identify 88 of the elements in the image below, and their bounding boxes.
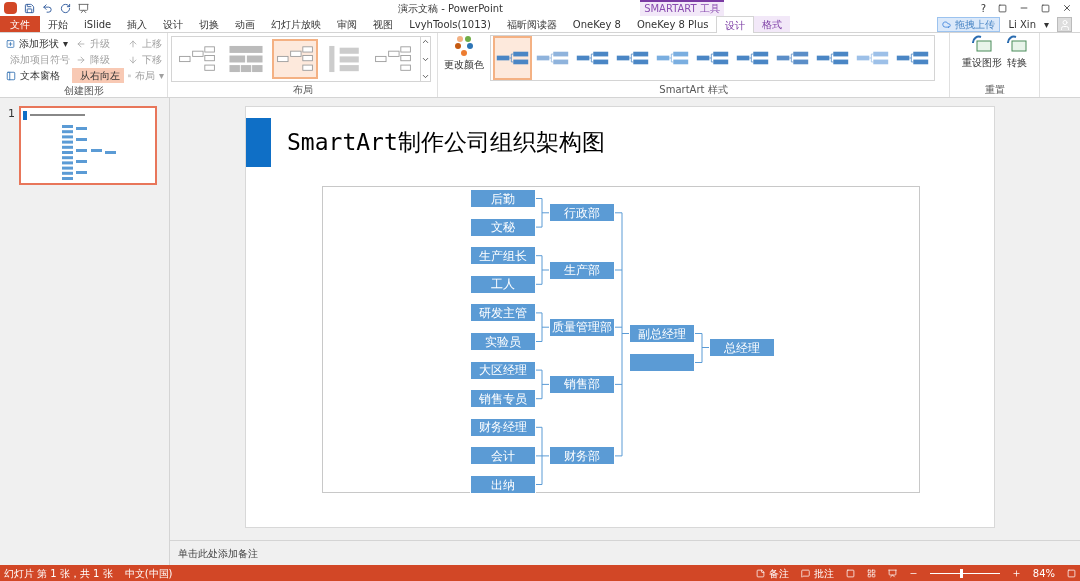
- ribbon-button[interactable]: 文本窗格: [2, 68, 72, 83]
- org-chart-node: 总经理: [709, 338, 775, 357]
- ribbon-tab[interactable]: 设计: [716, 16, 755, 33]
- ribbon-tab[interactable]: 动画: [227, 16, 264, 32]
- layout-option[interactable]: [272, 39, 318, 79]
- ribbon-tab[interactable]: 设计: [155, 16, 192, 32]
- group-label: 创建图形: [62, 84, 105, 98]
- caret-icon: ▾: [158, 68, 164, 83]
- slideshow-icon[interactable]: [78, 2, 89, 14]
- note-icon: [755, 568, 765, 578]
- group-label: SmartArt 样式: [658, 83, 729, 97]
- language-indicator[interactable]: 中文(中国): [124, 565, 173, 581]
- org-chart-node: 财务经理: [470, 417, 536, 437]
- zoom-in-icon[interactable]: [1011, 568, 1021, 578]
- file-tab[interactable]: 文件: [0, 16, 40, 32]
- caret-icon: ▾: [62, 36, 68, 51]
- restore-icon[interactable]: [1041, 3, 1050, 13]
- ribbon-tab[interactable]: 切换: [191, 16, 228, 32]
- org-chart-node: 大区经理: [470, 360, 536, 380]
- more-icon[interactable]: [421, 72, 430, 81]
- caret-icon[interactable]: ▾: [1043, 16, 1049, 32]
- ribbon-tab[interactable]: 插入: [119, 16, 156, 32]
- slide-number: 1: [8, 106, 15, 122]
- style-option[interactable]: [493, 36, 532, 80]
- ribbon-tab[interactable]: OneKey 8: [564, 16, 629, 32]
- comments-button[interactable]: 批注: [800, 565, 834, 581]
- title-accent-bar: [246, 118, 271, 167]
- add-shape-icon: [6, 38, 15, 49]
- zoom-slider[interactable]: [929, 568, 1000, 578]
- org-chart-node: 实验员: [470, 332, 536, 351]
- slide-title: SmartArt制作公司组织架构图: [287, 128, 605, 158]
- org-chart-node: 质量管理部: [549, 317, 615, 337]
- group-label: 重置: [983, 83, 1006, 97]
- context-tab-label: SMARTART 工具: [640, 0, 724, 16]
- ribbon-tab[interactable]: 格式: [754, 16, 791, 32]
- org-chart-node: 研发主管: [470, 303, 536, 323]
- down-arrow-icon: [128, 54, 138, 65]
- group-label: 布局: [291, 83, 314, 97]
- zoom-slider-thumb[interactable]: [960, 568, 964, 578]
- org-chart-node: 后勤: [470, 189, 536, 208]
- window-title: 演示文稿 - PowerPoint: [398, 2, 504, 16]
- org-chart-node: 文秘: [470, 217, 536, 237]
- ribbon-button[interactable]: 转换: [1005, 35, 1028, 82]
- app-logo-icon: [4, 2, 17, 14]
- org-chart-node: 财务部: [549, 446, 615, 466]
- change-colors-button[interactable]: 更改颜色: [442, 35, 486, 82]
- ribbon-tab[interactable]: iSlide: [76, 16, 120, 32]
- color-palette-icon: [454, 35, 474, 57]
- notes-button[interactable]: 备注: [755, 565, 789, 581]
- zoom-level[interactable]: 84%: [1032, 565, 1055, 581]
- ribbon-button[interactable]: 重设图形: [961, 35, 1002, 82]
- blank-org-chart-node: [629, 353, 695, 372]
- user-name[interactable]: Li Xin: [1008, 16, 1036, 32]
- right-arrow-icon: [76, 54, 86, 65]
- org-chart-node: 工人: [470, 274, 536, 294]
- ribbon-tab[interactable]: 福昕阅读器: [498, 16, 565, 32]
- ribbon-tab[interactable]: LvyhTools(1013): [401, 16, 499, 32]
- org-chart-node: 销售专员: [470, 389, 536, 409]
- text-pane-icon: [6, 70, 16, 81]
- org-chart-node: 副总经理: [629, 324, 695, 343]
- notes-placeholder[interactable]: 单击此处添加备注: [178, 545, 258, 561]
- redo-icon[interactable]: [60, 2, 71, 14]
- close-icon[interactable]: [1062, 3, 1072, 13]
- org-chart-node: 行政部: [549, 203, 615, 223]
- undo-icon[interactable]: [42, 2, 53, 14]
- org-chart-node: 会计: [470, 446, 536, 466]
- comment-icon: [800, 568, 810, 578]
- org-chart-node: 生产组长: [470, 246, 536, 266]
- ribbon-tab[interactable]: 开始: [40, 16, 76, 32]
- reset-graphic-icon: [970, 35, 993, 55]
- org-chart-node: 生产部: [549, 260, 615, 280]
- slide-sorter-icon[interactable]: [866, 568, 876, 578]
- scroll-up-icon[interactable]: [421, 37, 430, 46]
- ribbon-tab[interactable]: 审阅: [329, 16, 366, 32]
- slideshow-icon[interactable]: [887, 568, 897, 578]
- cloud-icon: [942, 19, 952, 29]
- org-chart-node: 销售部: [549, 374, 615, 394]
- ribbon-button[interactable]: 从右向左: [72, 68, 124, 83]
- slide-info: 幻灯片 第 1 张，共 1 张: [4, 566, 113, 581]
- ribbon-tab[interactable]: OneKey 8 Plus: [628, 16, 717, 32]
- left-arrow-icon: [76, 38, 86, 49]
- ribbon-tab[interactable]: 幻灯片放映: [263, 16, 330, 32]
- save-icon[interactable]: [24, 2, 35, 14]
- ribbon-tab[interactable]: 视图: [365, 16, 402, 32]
- org-chart-node: 出纳: [470, 475, 536, 494]
- help-button[interactable]: ?: [980, 0, 986, 16]
- up-arrow-icon: [128, 38, 138, 49]
- ribbon-button[interactable]: 添加形状 ▾: [2, 36, 72, 51]
